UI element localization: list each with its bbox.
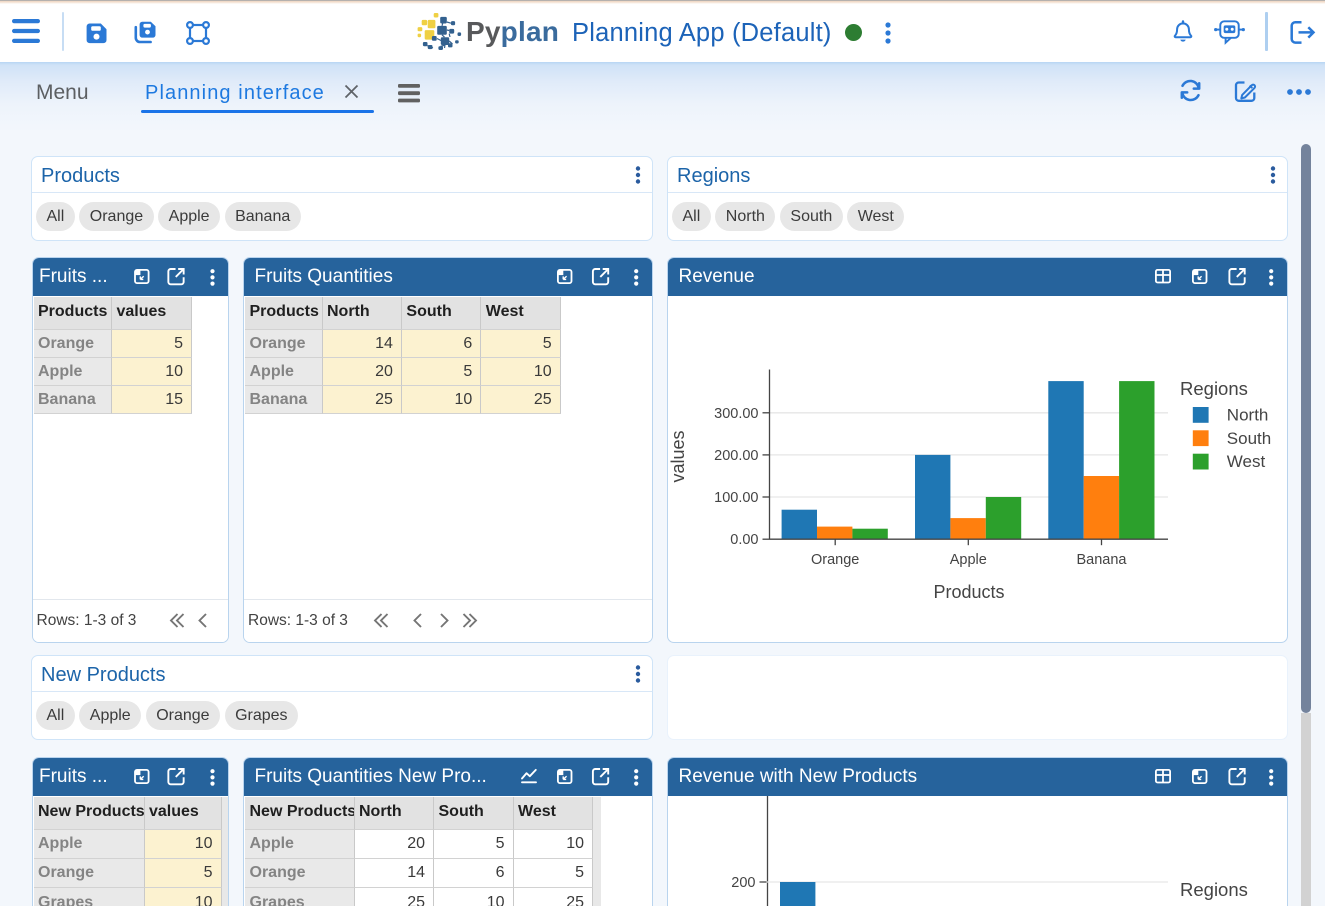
svg-text:Regions: Regions [1180, 879, 1248, 900]
svg-text:Apple: Apple [950, 552, 987, 568]
svg-text:South: South [1227, 429, 1271, 448]
svg-text:North: North [1227, 406, 1269, 425]
svg-text:0.00: 0.00 [730, 532, 758, 548]
svg-text:200: 200 [731, 875, 755, 891]
svg-text:West: West [1227, 452, 1266, 471]
svg-text:Regions: Regions [1180, 378, 1248, 399]
svg-text:Products: Products [933, 582, 1004, 602]
svg-text:200.00: 200.00 [714, 448, 758, 464]
svg-text:300.00: 300.00 [714, 406, 758, 422]
svg-text:Orange: Orange [811, 552, 859, 568]
svg-text:Banana: Banana [1077, 552, 1128, 568]
svg-text:100.00: 100.00 [714, 490, 758, 506]
svg-text:values: values [668, 430, 688, 482]
